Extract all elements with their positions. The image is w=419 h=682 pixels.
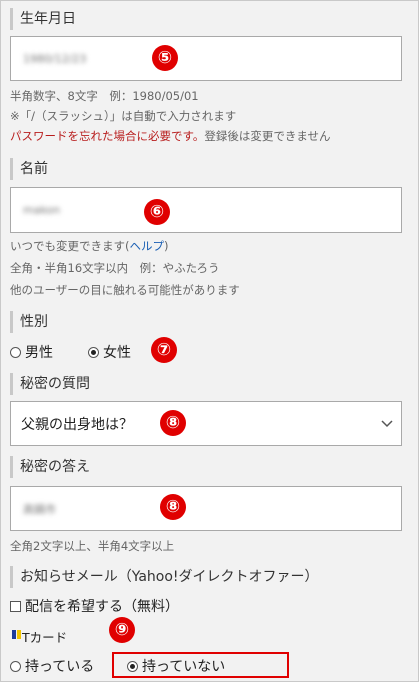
name-hint-changeable: いつでも変更できます(ヘルプ) [10,238,169,254]
tcard-have-radio[interactable] [10,660,21,672]
birthdate-hint-format: 半角数字、8文字 例：1980/05/01 [10,89,199,103]
name-hint-suffix: ) [164,239,169,253]
tcard-title: Tカード [22,630,68,645]
gender-male-label: 男性 [25,345,53,361]
chevron-down-icon [381,419,393,427]
secret-answer-title: 秘密の答え [10,456,90,478]
tcard-option-have[interactable]: 持っている [10,656,94,676]
gender-option-male[interactable]: 男性 [10,342,53,362]
birthdate-hint-slash: ※「/（スラッシュ）」は自動で入力されます [10,109,237,123]
secret-answer-value: 高鍋市 [23,502,56,516]
step-badge-6: ⑥ [144,199,170,225]
name-hint-length: 全角・半角16文字以内 例：やふたろう [10,261,220,275]
birthdate-warning-unchangeable: 登録後は変更できません [204,129,331,143]
secret-answer-hint: 全角2文字以上、半角4文字以上 [10,539,175,553]
tcard-option-not-have[interactable]: 持っていない [127,656,225,676]
help-link[interactable]: ヘルプ [130,239,165,253]
gender-male-radio[interactable] [10,346,21,358]
newsletter-checkbox[interactable] [10,600,21,612]
name-title: 名前 [10,158,48,180]
newsletter-title: お知らせメール（Yahoo!ダイレクトオファー） [10,566,319,588]
secret-question-title: 秘密の質問 [10,373,90,395]
step-badge-9: ⑨ [109,617,135,643]
name-hint-visibility: 他のユーザーの目に触れる可能性があります [10,283,240,297]
birthdate-warning-required: パスワードを忘れた場合に必要です。 [10,129,205,143]
birthdate-value: 1980/12/23 [23,52,87,65]
secret-question-selected: 父親の出身地は？ [21,416,133,433]
gender-option-female[interactable]: 女性 [88,342,131,362]
step-badge-5: ⑤ [152,45,178,71]
name-input[interactable]: makon [10,187,402,233]
gender-female-radio[interactable] [88,346,99,358]
name-value: makon [23,203,61,217]
tcard-have-label: 持っている [25,659,95,675]
tcard-not-have-label: 持っていない [142,659,226,675]
gender-female-label: 女性 [103,345,131,361]
tcard-not-have-radio[interactable] [127,660,138,672]
birthdate-warning: パスワードを忘れた場合に必要です。登録後は変更できません [10,128,331,144]
step-badge-8-answer: ⑧ [160,494,186,520]
birthdate-title: 生年月日 [10,8,76,30]
birthdate-input[interactable]: 1980/12/23 [10,36,402,81]
gender-title: 性別 [10,311,48,333]
step-badge-8-question: ⑧ [160,410,186,436]
secret-question-select[interactable]: 父親の出身地は？ [10,401,402,446]
name-hint-prefix: いつでも変更できます( [10,239,130,253]
step-badge-7: ⑦ [151,337,177,363]
secret-answer-input[interactable]: 高鍋市 [10,486,402,531]
newsletter-option[interactable]: 配信を希望する（無料） [10,596,179,616]
tcard-logo-icon [12,630,21,639]
newsletter-checkbox-label: 配信を希望する（無料） [25,599,179,615]
